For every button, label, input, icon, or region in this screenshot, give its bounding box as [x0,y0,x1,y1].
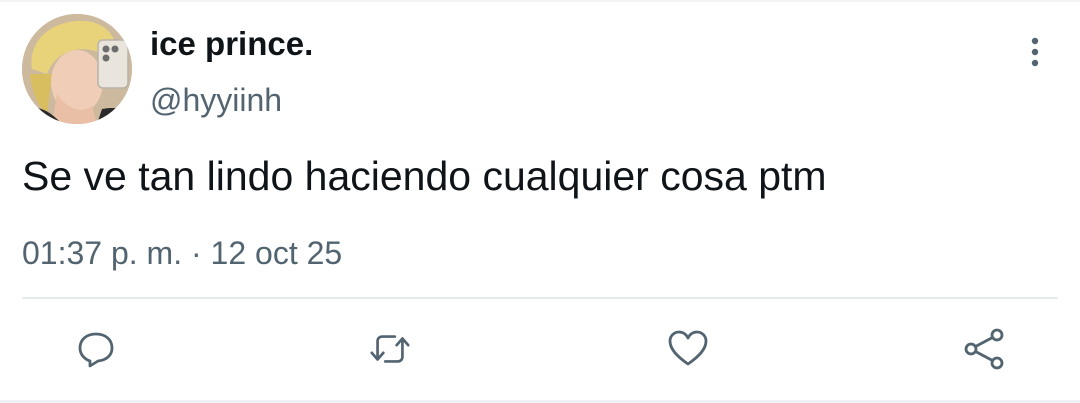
share-icon [964,328,1004,370]
heart-icon [668,330,708,366]
retweet-icon [370,335,410,363]
top-divider [0,0,1080,2]
user-handle[interactable]: @hyyiinh [150,80,282,120]
more-options-button[interactable] [1016,34,1054,70]
tweet-text: Se ve tan lindo haciendo cualquier cosa … [22,153,827,199]
share-button[interactable] [962,327,1006,371]
display-name[interactable]: ice prince. [150,24,313,64]
reply-icon [78,332,114,368]
tweet-card: ice prince. @hyyiinh Se ve tan lindo hac… [0,0,1080,403]
divider [22,297,1058,299]
retweet-button[interactable] [368,327,412,371]
avatar[interactable] [22,14,132,124]
avatar-image [22,14,132,124]
tweet-timestamp[interactable]: 01:37 p. m. · 12 oct 25 [22,233,342,273]
more-vertical-icon [1031,37,1039,67]
like-button[interactable] [666,327,710,371]
reply-button[interactable] [74,327,118,371]
